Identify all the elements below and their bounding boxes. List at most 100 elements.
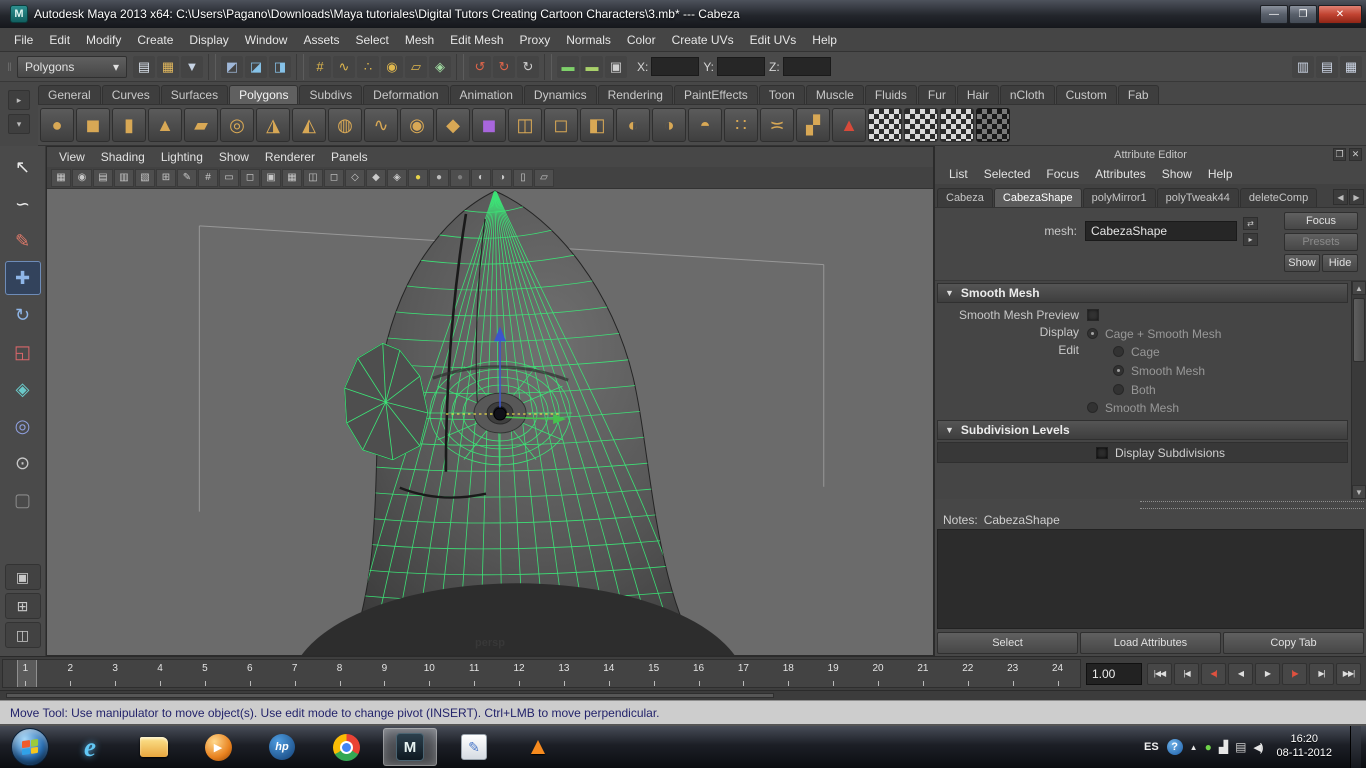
menu-item[interactable]: Help bbox=[804, 30, 845, 50]
mesh-name-field[interactable] bbox=[1085, 221, 1237, 241]
z-coordinate-field[interactable] bbox=[783, 57, 831, 76]
timeline-frame[interactable]: 14 bbox=[586, 660, 631, 687]
safe-action-icon[interactable]: ◫ bbox=[303, 169, 323, 187]
presets-button[interactable]: Presets bbox=[1284, 233, 1358, 251]
snap-to-projected-center-icon[interactable]: ◉ bbox=[381, 56, 403, 78]
attribute-editor-menu-item[interactable]: Focus bbox=[1038, 166, 1087, 182]
select-component-icon[interactable]: ◨ bbox=[269, 56, 291, 78]
merge-vertices-icon[interactable]: ∷ bbox=[724, 108, 758, 142]
show-attribute-editor-icon[interactable]: ▦ bbox=[1340, 56, 1362, 78]
menu-item[interactable]: Modify bbox=[78, 30, 129, 50]
ae-tabs-scroll-right-icon[interactable]: ▶ bbox=[1349, 189, 1364, 205]
shelf-tab[interactable]: Deformation bbox=[363, 85, 448, 104]
smooth-mesh-preview-checkbox[interactable] bbox=[1087, 309, 1099, 321]
show-tool-settings-icon[interactable]: ▤ bbox=[1316, 56, 1338, 78]
attribute-editor-tab[interactable]: deleteComp bbox=[1240, 188, 1317, 207]
attribute-editor-menu-item[interactable]: List bbox=[941, 166, 976, 182]
play-backwards-button[interactable]: ◀ bbox=[1228, 663, 1253, 685]
timeline-frame[interactable]: 2 bbox=[48, 660, 93, 687]
menu-item[interactable]: Normals bbox=[558, 30, 619, 50]
timeline-frame[interactable]: 3 bbox=[93, 660, 138, 687]
step-forward-frame-button[interactable]: ▶| bbox=[1309, 663, 1334, 685]
poly-platonic-icon[interactable]: ◆ bbox=[436, 108, 470, 142]
statusline-separator[interactable] bbox=[456, 54, 464, 80]
step-back-key-button[interactable]: ◀| bbox=[1201, 663, 1226, 685]
film-gate-icon[interactable]: ▭ bbox=[219, 169, 239, 187]
go-to-start-button[interactable]: |◀◀ bbox=[1147, 663, 1172, 685]
2d-pan-zoom-icon[interactable]: ⊞ bbox=[156, 169, 176, 187]
lasso-tool[interactable]: ∽ bbox=[5, 187, 41, 221]
wireframe-mode-icon[interactable]: ◇ bbox=[345, 169, 365, 187]
statusline-separator[interactable] bbox=[208, 54, 216, 80]
range-slider-bar[interactable] bbox=[6, 693, 774, 698]
boolean-union-icon[interactable]: ◐ bbox=[616, 108, 650, 142]
scroll-up-icon[interactable]: ▲ bbox=[1352, 281, 1366, 295]
show-button[interactable]: Show bbox=[1284, 254, 1320, 272]
scroll-down-icon[interactable]: ▼ bbox=[1352, 485, 1366, 499]
snap-to-view-planes-icon[interactable]: ▱ bbox=[405, 56, 427, 78]
timeline-frame[interactable]: 11 bbox=[452, 660, 497, 687]
safe-title-icon[interactable]: ◻ bbox=[324, 169, 344, 187]
append-polygon-icon[interactable]: ▞ bbox=[796, 108, 830, 142]
statusline-separator[interactable] bbox=[544, 54, 552, 80]
menu-set-dropdown[interactable]: Polygons ▾ bbox=[17, 56, 127, 78]
viewport-menu-item[interactable]: Show bbox=[211, 149, 257, 165]
taskbar-button[interactable]: e bbox=[63, 728, 117, 766]
shelf-tab[interactable]: Dynamics bbox=[524, 85, 597, 104]
y-coordinate-field[interactable] bbox=[717, 57, 765, 76]
select-hierarchy-icon[interactable]: ◩ bbox=[221, 56, 243, 78]
shelf-tab[interactable]: Hair bbox=[957, 85, 999, 104]
render-current-frame-icon[interactable]: ▬ bbox=[557, 56, 579, 78]
boolean-difference-icon[interactable]: ◑ bbox=[652, 108, 686, 142]
shelf-tab[interactable]: Animation bbox=[450, 85, 523, 104]
timeline-frame[interactable]: 23 bbox=[990, 660, 1035, 687]
isolate-select-icon[interactable]: ▯ bbox=[513, 169, 533, 187]
close-button[interactable]: ✕ bbox=[1318, 5, 1362, 24]
taskbar-button[interactable]: ▶ bbox=[191, 728, 245, 766]
poly-pipe-icon[interactable]: ◍ bbox=[328, 108, 362, 142]
tray-expand-icon[interactable]: ▲ bbox=[1190, 743, 1198, 752]
start-button[interactable] bbox=[11, 728, 49, 766]
attribute-editor-tab[interactable]: polyTweak44 bbox=[1157, 188, 1239, 207]
timeline-frame[interactable]: 13 bbox=[542, 660, 587, 687]
shelf-tab[interactable]: Surfaces bbox=[161, 85, 228, 104]
menu-item[interactable]: File bbox=[6, 30, 41, 50]
edit-option-radio[interactable] bbox=[1113, 346, 1124, 357]
statusline-grip[interactable]: ‖ bbox=[4, 60, 15, 74]
go-to-end-button[interactable]: ▶▶| bbox=[1336, 663, 1361, 685]
single-pane-layout-button[interactable]: ▣ bbox=[5, 564, 41, 590]
select-object-icon[interactable]: ◪ bbox=[245, 56, 267, 78]
taskbar-button[interactable]: ▲ bbox=[511, 728, 565, 766]
timeline-frame[interactable]: 15 bbox=[631, 660, 676, 687]
transfer-shading-checker-icon[interactable] bbox=[904, 108, 938, 142]
shelf-tab[interactable]: Custom bbox=[1056, 85, 1117, 104]
timeline-frame[interactable]: 19 bbox=[811, 660, 856, 687]
taskbar-button[interactable] bbox=[127, 728, 181, 766]
move-tool[interactable]: ✚ bbox=[5, 261, 41, 295]
image-plane-icon[interactable]: ▧ bbox=[135, 169, 155, 187]
ipr-render-icon[interactable]: ▬ bbox=[581, 56, 603, 78]
attribute-editor-tab[interactable]: polyMirror1 bbox=[1083, 188, 1156, 207]
field-chart-icon[interactable]: ▦ bbox=[282, 169, 302, 187]
menu-item[interactable]: Create UVs bbox=[664, 30, 742, 50]
shaded-mode-icon[interactable]: ◆ bbox=[366, 169, 386, 187]
viewport-menu-item[interactable]: Shading bbox=[93, 149, 153, 165]
range-slider[interactable] bbox=[0, 690, 1366, 700]
open-scene-icon[interactable]: ▦ bbox=[157, 56, 179, 78]
maya-app-icon[interactable]: M bbox=[10, 5, 28, 23]
attribute-editor-menu-item[interactable]: Show bbox=[1154, 166, 1200, 182]
poly-helix-icon[interactable]: ∿ bbox=[364, 108, 398, 142]
menu-item[interactable]: Proxy bbox=[512, 30, 559, 50]
timeline-frame[interactable]: 5 bbox=[183, 660, 228, 687]
uv-editor-icon[interactable] bbox=[976, 108, 1010, 142]
combine-icon[interactable]: ◫ bbox=[508, 108, 542, 142]
uv-checker-icon[interactable] bbox=[940, 108, 974, 142]
timeline-frame[interactable]: 7 bbox=[272, 660, 317, 687]
grease-pencil-icon[interactable]: ✎ bbox=[177, 169, 197, 187]
shelf-tab[interactable]: Muscle bbox=[806, 85, 864, 104]
attribute-editor-tab[interactable]: Cabeza bbox=[937, 188, 993, 207]
edit-option-radio[interactable] bbox=[1113, 384, 1124, 395]
timeline-frame[interactable]: 17 bbox=[721, 660, 766, 687]
antivirus-tray-icon[interactable]: ● bbox=[1205, 740, 1212, 754]
display-option-radio[interactable] bbox=[1087, 328, 1098, 339]
